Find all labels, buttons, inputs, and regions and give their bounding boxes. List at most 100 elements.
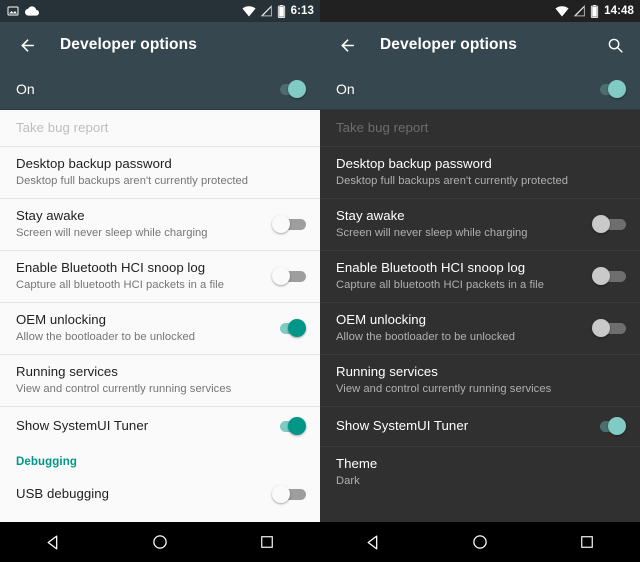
list-item-subtitle: Capture all bluetooth HCI packets in a f… xyxy=(16,279,224,291)
back-arrow-icon[interactable] xyxy=(16,34,38,56)
list-item-subtitle: Screen will never sleep while charging xyxy=(336,227,528,239)
list-item-text: Take bug report xyxy=(16,120,306,136)
section-header-debugging: Debugging xyxy=(16,456,77,468)
list-item-title: Running services xyxy=(336,364,438,379)
list-item-title: Show SystemUI Tuner xyxy=(16,418,149,433)
app-bar: Developer options xyxy=(320,22,640,68)
toggle-enable-bluetooth-hci-snoop-log[interactable] xyxy=(592,266,626,286)
list-item-title: Stay awake xyxy=(16,208,85,223)
navigation-bar xyxy=(0,522,320,562)
back-arrow-icon[interactable] xyxy=(336,34,358,56)
master-switch[interactable] xyxy=(592,79,626,99)
list-item-title: Theme xyxy=(336,456,378,471)
list-item-show-systemui-tuner[interactable]: Show SystemUI Tuner xyxy=(320,406,640,446)
list-item-take-bug-report: Take bug report xyxy=(320,110,640,146)
screenshot-root: 6:13 Developer options On Take bug repor… xyxy=(0,0,640,562)
switch-knob xyxy=(272,215,290,233)
list-item-title: OEM unlocking xyxy=(336,312,427,327)
list-item-text: Show SystemUI Tuner xyxy=(336,418,592,434)
list-item-title: Desktop backup password xyxy=(16,156,172,171)
master-switch[interactable] xyxy=(272,79,306,99)
list-item-text: Stay awake Screen will never sleep while … xyxy=(336,208,592,240)
settings-list[interactable]: Take bug report Desktop backup password D… xyxy=(0,110,320,522)
wifi-icon xyxy=(555,5,569,17)
phone-panel-light: 6:13 Developer options On Take bug repor… xyxy=(0,0,320,562)
page-title: Developer options xyxy=(60,36,197,53)
list-item-text: OEM unlocking Allow the bootloader to be … xyxy=(16,312,272,344)
search-icon[interactable] xyxy=(604,34,626,56)
developer-options-master-switch-row[interactable]: On xyxy=(0,68,320,110)
list-item-title: Show SystemUI Tuner xyxy=(336,418,469,433)
status-bar-right-icons: 6:13 xyxy=(242,4,314,18)
nav-home-icon[interactable] xyxy=(454,522,506,562)
list-item-text: Take bug report xyxy=(336,120,626,136)
switch-knob xyxy=(288,319,306,337)
list-item-show-systemui-tuner[interactable]: Show SystemUI Tuner xyxy=(0,406,320,446)
list-item-stay-awake[interactable]: Stay awake Screen will never sleep while … xyxy=(0,198,320,250)
signal-off-icon xyxy=(574,5,585,17)
list-item-text: Desktop backup password Desktop full back… xyxy=(16,156,306,188)
toggle-stay-awake[interactable] xyxy=(592,214,626,234)
nav-back-icon[interactable] xyxy=(27,522,79,562)
switch-knob xyxy=(272,485,290,503)
list-item-subtitle: Screen will never sleep while charging xyxy=(16,227,208,239)
switch-knob xyxy=(608,79,626,98)
wifi-icon xyxy=(242,5,256,17)
list-item-theme[interactable]: Theme Dark xyxy=(320,446,640,498)
list-item-text: Desktop backup password Desktop full back… xyxy=(336,156,626,188)
list-item-title: USB debugging xyxy=(16,486,110,501)
toggle-oem-unlocking[interactable] xyxy=(272,318,306,338)
toggle-usb-debugging[interactable] xyxy=(272,484,306,504)
list-item-running-services[interactable]: Running services View and control current… xyxy=(0,354,320,406)
nav-back-icon[interactable] xyxy=(347,522,399,562)
cloud-upload-icon xyxy=(25,5,39,17)
phone-panel-dark: 14:48 Developer options On Take bug repo… xyxy=(320,0,640,562)
list-item-usb-debugging[interactable]: USB debugging xyxy=(0,474,320,514)
list-item-subtitle: Desktop full backups aren't currently pr… xyxy=(336,175,569,187)
list-item-text: OEM unlocking Allow the bootloader to be … xyxy=(336,312,592,344)
status-bar-clock: 14:48 xyxy=(604,5,634,17)
list-item-text: Enable Bluetooth HCI snoop log Capture al… xyxy=(336,260,592,292)
switch-knob xyxy=(592,267,610,285)
list-item-subtitle: Allow the bootloader to be unlocked xyxy=(336,331,516,343)
nav-recents-icon[interactable] xyxy=(241,522,293,562)
nav-recents-icon[interactable] xyxy=(561,522,613,562)
list-item-text: USB debugging xyxy=(16,486,272,502)
list-item-desktop-backup-password[interactable]: Desktop backup password Desktop full back… xyxy=(0,146,320,198)
toggle-stay-awake[interactable] xyxy=(272,214,306,234)
nav-home-icon[interactable] xyxy=(134,522,186,562)
list-item-subtitle: View and control currently running servi… xyxy=(16,383,232,395)
list-item-text: Running services View and control current… xyxy=(336,364,626,396)
page-title: Developer options xyxy=(380,36,517,53)
developer-options-master-switch-row[interactable]: On xyxy=(320,68,640,110)
master-switch-label: On xyxy=(336,80,355,97)
list-item-oem-unlocking[interactable]: OEM unlocking Allow the bootloader to be … xyxy=(0,302,320,354)
list-item-enable-bluetooth-hci-snoop-log[interactable]: Enable Bluetooth HCI snoop log Capture al… xyxy=(320,250,640,302)
list-item-subtitle: Desktop full backups aren't currently pr… xyxy=(16,175,249,187)
list-item-stay-awake[interactable]: Stay awake Screen will never sleep while … xyxy=(320,198,640,250)
battery-icon xyxy=(590,4,599,18)
list-item-enable-bluetooth-hci-snoop-log[interactable]: Enable Bluetooth HCI snoop log Capture al… xyxy=(0,250,320,302)
list-item-text: Running services View and control current… xyxy=(16,364,306,396)
status-bar: 14:48 xyxy=(320,0,640,22)
list-item-text: Theme Dark xyxy=(336,456,626,488)
app-bar: Developer options xyxy=(0,22,320,68)
settings-list[interactable]: Take bug report Desktop backup password D… xyxy=(320,110,640,522)
list-item-running-services[interactable]: Running services View and control current… xyxy=(320,354,640,406)
list-item-subtitle: Dark xyxy=(336,475,360,487)
list-item-take-bug-report: Take bug report xyxy=(0,110,320,146)
list-item-title: Running services xyxy=(16,364,118,379)
switch-knob xyxy=(592,319,610,337)
toggle-oem-unlocking[interactable] xyxy=(592,318,626,338)
toggle-show-systemui-tuner[interactable] xyxy=(272,416,306,436)
switch-knob xyxy=(272,267,290,285)
list-item-title: Desktop backup password xyxy=(336,156,492,171)
toggle-enable-bluetooth-hci-snoop-log[interactable] xyxy=(272,266,306,286)
list-item-title: Take bug report xyxy=(336,120,429,135)
switch-knob xyxy=(288,417,306,435)
toggle-show-systemui-tuner[interactable] xyxy=(592,416,626,436)
list-item-desktop-backup-password[interactable]: Desktop backup password Desktop full back… xyxy=(320,146,640,198)
list-item-oem-unlocking[interactable]: OEM unlocking Allow the bootloader to be … xyxy=(320,302,640,354)
switch-knob xyxy=(288,79,306,98)
screenshot-icon xyxy=(7,5,19,17)
